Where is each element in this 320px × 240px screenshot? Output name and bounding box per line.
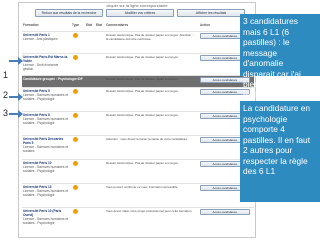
row-sub: Licence - Sciences humaines et sociales …: [23, 117, 69, 125]
pastille-icon: [73, 209, 78, 214]
pastille-icon: [73, 33, 78, 38]
col-etat-2: Etat: [96, 23, 103, 27]
table-row-group-header[interactable]: Candidature groupée : Psychologie IDF Do…: [22, 75, 254, 87]
marker-3: 3: [3, 108, 9, 118]
arrow-right-icon: [9, 93, 23, 101]
pastille-icon: [73, 89, 78, 94]
marker-2: 2: [3, 90, 9, 100]
pastille-icon: [73, 55, 78, 60]
table-row: Université Paris 10 Licence - Sciences hu…: [22, 159, 254, 183]
row-comment: Dossier électronique. Pas de dossier pap…: [106, 89, 179, 93]
table-row: Université Paris-Est Marne-la-Vallée Lice…: [22, 53, 254, 75]
pastille-icon: [73, 161, 78, 166]
show-results-button[interactable]: Afficher les résultats: [177, 9, 245, 17]
row-sub: Licence - Sciences humaines et sociales …: [23, 165, 69, 173]
back-to-results-button[interactable]: Retour aux résultats de la recherche: [35, 9, 103, 17]
row-comment: Dossier électronique. Pas de dossier pap…: [106, 161, 179, 165]
row-sub: Licence - Sciences humaines et sociales …: [23, 217, 69, 225]
arrow-right-icon: [9, 57, 23, 65]
col-type: Type: [72, 23, 80, 27]
row-comment: Dossier électronique. Pas de dossier pap…: [106, 113, 179, 117]
col-action: Action: [200, 23, 210, 27]
marker-1: 1: [3, 70, 9, 80]
row-title: Université Paris Descartes Paris 5: [23, 137, 64, 145]
arrow-right-icon: [9, 110, 23, 118]
row-comment: Dossier électronique. Pas de dossier pap…: [106, 77, 179, 81]
row-comment: Dossier électronique. Pas de dossier pap…: [106, 33, 193, 41]
col-etat: Etat: [86, 23, 93, 27]
top-button-row: Retour aux résultats de la recherche Mod…: [35, 9, 245, 18]
pastille-icon: [73, 113, 78, 118]
row-comment: Vous pouvez confirmer ce vœu. Formation …: [106, 185, 179, 189]
row-sub: Licence - Sciences humaines et sociales …: [23, 93, 69, 101]
table-row: Université Paris 5 Licence - Sciences hum…: [22, 87, 254, 111]
row-comment: Vous devez saisir votre projet professio…: [106, 209, 193, 213]
row-title: Université Paris-Est Marne-la-Vallée: [23, 55, 69, 63]
table-row: Université Paris 1 Licence - Arts plastiq…: [22, 31, 254, 53]
modify-criteria-button[interactable]: Modifier vos critères: [106, 9, 174, 17]
row-comment: Attention : vous devez terminer la saisi…: [106, 137, 189, 141]
table-row: Université Paris Descartes Paris 5 Licenc…: [22, 135, 254, 159]
col-formation: Formation: [23, 23, 39, 27]
row-sub: Licence - Sciences humaines et sociales: [23, 145, 69, 153]
row-sub: Licence - Droit économie gestion: [23, 63, 59, 71]
table-row: Université Paris 13 Licence - Sciences hu…: [22, 183, 254, 207]
row-comment: Dossier électronique. Pas de dossier pap…: [106, 55, 179, 59]
table-row: Université Paris 10 (Paris Ouest) Licence…: [22, 207, 254, 235]
annotation-callout-top: 3 candidatures mais 6 L1 (6 pastilles) :…: [240, 14, 320, 100]
table-row: Université Paris 8 Licence - Sciences hum…: [22, 111, 254, 135]
annotation-callout-bottom: La candidature en psychologie comporte 4…: [240, 101, 320, 202]
pastille-icon: [73, 137, 78, 142]
access-candidature-button[interactable]: Accès candidature: [200, 209, 250, 215]
pastille-icon: [73, 185, 78, 190]
column-headers: Formation Type Etat Etat Commentaires Ac…: [22, 21, 254, 31]
row-sub: Licence - Arts plastiques: [23, 37, 58, 41]
candidature-list-panel: cliquer sur la ligne correspondante Reto…: [18, 2, 256, 238]
col-commentaires: Commentaires: [106, 23, 129, 27]
row-sub: Licence - Sciences humaines et sociales …: [23, 189, 69, 197]
row-title: Université Paris 10 (Paris Ouest): [23, 209, 62, 217]
row-title: Candidature groupée : Psychologie IDF: [23, 77, 83, 81]
